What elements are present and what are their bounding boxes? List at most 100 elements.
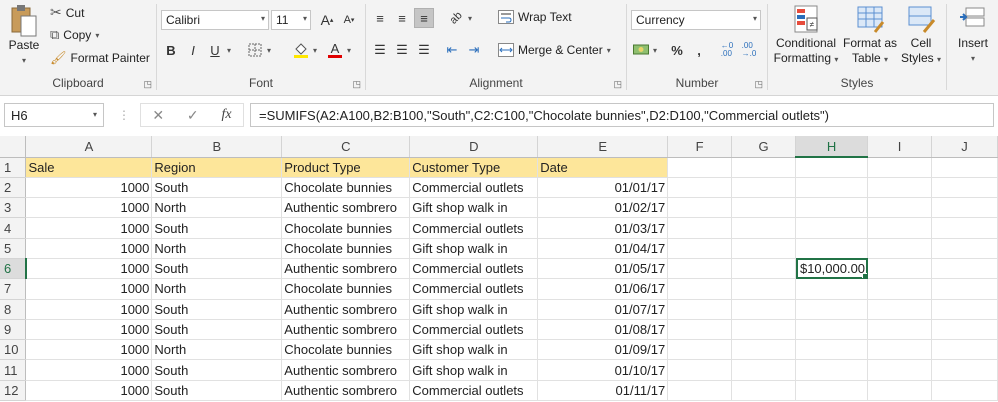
cell-j5[interactable] <box>931 238 998 259</box>
cell-b9[interactable]: South <box>151 319 283 341</box>
paste-button[interactable]: Paste ▾ <box>4 4 44 68</box>
cell-e11[interactable]: 01/10/17 <box>537 359 669 381</box>
increase-decimal-button[interactable]: ←0.00 <box>717 40 737 60</box>
column-header[interactable]: C <box>281 136 411 158</box>
row-header-active[interactable]: 6 <box>0 258 27 280</box>
font-color-button[interactable]: A <box>325 40 345 60</box>
decrease-font-size-button[interactable]: A ▾ <box>339 10 359 30</box>
font-color-dropdown-icon[interactable]: ▾ <box>347 46 351 55</box>
cell-a7[interactable]: 1000 <box>25 278 153 300</box>
cell-j9[interactable] <box>931 319 998 341</box>
cell-i7[interactable] <box>867 278 932 300</box>
decrease-decimal-button[interactable]: .00 →.0 <box>739 40 759 60</box>
cell-i4[interactable] <box>867 217 932 239</box>
cell-f7[interactable] <box>667 278 733 300</box>
cell-a5[interactable]: 1000 <box>25 238 153 259</box>
cell-i10[interactable] <box>867 339 932 361</box>
cell-d3[interactable]: Gift shop walk in <box>409 197 539 219</box>
cell-g12[interactable] <box>731 380 797 402</box>
align-right-button[interactable]: ☰ <box>414 40 434 60</box>
cell-e1[interactable]: Date <box>537 157 669 178</box>
underline-dropdown-icon[interactable]: ▾ <box>227 46 231 55</box>
orientation-dropdown-icon[interactable]: ▾ <box>468 14 472 23</box>
row-header[interactable]: 4 <box>0 217 27 239</box>
cell-e12[interactable]: 01/11/17 <box>537 380 669 402</box>
underline-button[interactable]: U <box>205 40 225 60</box>
cell-f12[interactable] <box>667 380 733 402</box>
cell-e10[interactable]: 01/09/17 <box>537 339 669 361</box>
row-header[interactable]: 11 <box>0 359 27 381</box>
cell-i8[interactable] <box>867 299 932 320</box>
cell-d11[interactable]: Gift shop walk in <box>409 359 539 381</box>
font-launcher-icon[interactable]: ◳ <box>352 79 361 90</box>
row-header[interactable]: 12 <box>0 380 27 402</box>
align-middle-button[interactable]: ≡ <box>392 8 412 28</box>
cell-g4[interactable] <box>731 217 797 239</box>
borders-dropdown-icon[interactable]: ▾ <box>267 46 271 55</box>
cell-i1[interactable] <box>867 157 932 178</box>
cell-d10[interactable]: Gift shop walk in <box>409 339 539 361</box>
cell-f8[interactable] <box>667 299 733 320</box>
row-header[interactable]: 8 <box>0 299 27 320</box>
merge-dropdown-icon[interactable]: ▾ <box>607 46 611 55</box>
cell-e5[interactable]: 01/04/17 <box>537 238 669 259</box>
row-header[interactable]: 2 <box>0 177 27 199</box>
copy-button[interactable]: ⧉ Copy ▾ <box>50 27 99 43</box>
column-header[interactable]: B <box>151 136 283 158</box>
cell-styles-button[interactable]: Cell Styles ▾ <box>898 4 944 67</box>
row-header[interactable]: 3 <box>0 197 27 219</box>
cell-c7[interactable]: Chocolate bunnies <box>281 278 411 300</box>
cell-h7[interactable] <box>795 278 869 300</box>
increase-indent-button[interactable]: ⇥ <box>464 40 484 60</box>
cell-c9[interactable]: Authentic sombrero <box>281 319 411 341</box>
cell-i12[interactable] <box>867 380 932 402</box>
cell-g9[interactable] <box>731 319 797 341</box>
enter-checkmark-icon[interactable]: ✓ <box>187 107 199 124</box>
merge-center-button[interactable]: Merge & Center ▾ <box>498 43 611 57</box>
number-format-select[interactable]: Currency ▾ <box>631 10 761 30</box>
cell-c4[interactable]: Chocolate bunnies <box>281 217 411 239</box>
cell-b6[interactable]: South <box>151 258 283 280</box>
cell-h10[interactable] <box>795 339 869 361</box>
cell-b11[interactable]: South <box>151 359 283 381</box>
align-top-button[interactable]: ≡ <box>370 8 390 28</box>
cell-b4[interactable]: South <box>151 217 283 239</box>
wrap-text-button[interactable]: Wrap Text <box>498 10 572 24</box>
cut-button[interactable]: ✂ Cut <box>50 4 84 21</box>
cell-h12[interactable] <box>795 380 869 402</box>
cell-j2[interactable] <box>931 177 998 199</box>
cell-c6[interactable]: Authentic sombrero <box>281 258 411 280</box>
column-header[interactable]: J <box>931 136 998 158</box>
conditional-formatting-button[interactable]: ≠ Conditional Formatting ▾ <box>770 4 842 67</box>
cell-c2[interactable]: Chocolate bunnies <box>281 177 411 199</box>
cell-a10[interactable]: 1000 <box>25 339 153 361</box>
italic-button[interactable]: I <box>183 40 203 60</box>
row-header[interactable]: 1 <box>0 157 27 178</box>
cell-g2[interactable] <box>731 177 797 199</box>
decrease-indent-button[interactable]: ⇤ <box>442 40 462 60</box>
bold-button[interactable]: B <box>161 40 181 60</box>
cell-i5[interactable] <box>867 238 932 259</box>
cancel-icon[interactable]: ✕ <box>152 107 164 124</box>
insert-button[interactable]: Insert ▾ <box>951 4 995 66</box>
cell-b7[interactable]: North <box>151 278 283 300</box>
cell-h5[interactable] <box>795 238 869 259</box>
cell-g10[interactable] <box>731 339 797 361</box>
cell-f1[interactable] <box>667 157 733 178</box>
row-header[interactable]: 10 <box>0 339 27 361</box>
increase-font-size-button[interactable]: A ▴ <box>317 10 337 30</box>
cell-b3[interactable]: North <box>151 197 283 219</box>
cell-j8[interactable] <box>931 299 998 320</box>
cell-h3[interactable] <box>795 197 869 219</box>
chevron-down-icon[interactable]: ▾ <box>951 51 995 66</box>
cell-j1[interactable] <box>931 157 998 178</box>
cell-f9[interactable] <box>667 319 733 341</box>
cell-j4[interactable] <box>931 217 998 239</box>
cell-a6[interactable]: 1000 <box>25 258 153 280</box>
cell-h9[interactable] <box>795 319 869 341</box>
cell-h8[interactable] <box>795 299 869 320</box>
row-header[interactable]: 5 <box>0 238 27 259</box>
cell-f11[interactable] <box>667 359 733 381</box>
cell-g8[interactable] <box>731 299 797 320</box>
cell-g6[interactable] <box>731 258 797 280</box>
